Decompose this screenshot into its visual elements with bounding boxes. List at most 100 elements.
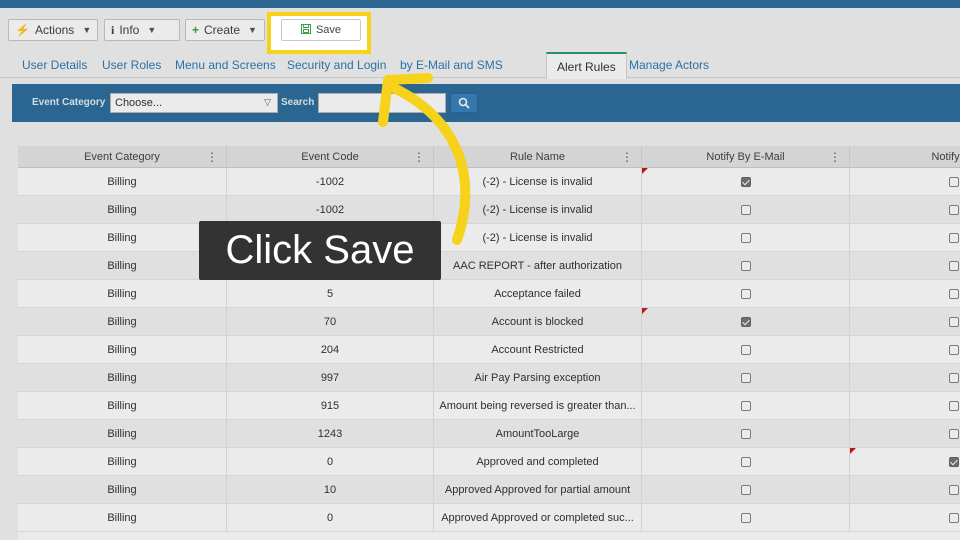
- column-header-notify-email[interactable]: Notify By E-Mail ⋮: [642, 146, 850, 168]
- checkbox[interactable]: [740, 373, 751, 384]
- column-header-notify-by[interactable]: Notify By: [850, 146, 960, 168]
- cell-notify-email: [642, 196, 850, 224]
- column-header-event-category[interactable]: Event Category ⋮: [18, 146, 227, 168]
- tab-menu-and-screens[interactable]: Menu and Screens: [175, 52, 276, 78]
- checkbox[interactable]: [948, 401, 959, 412]
- checkbox[interactable]: [948, 205, 959, 216]
- checkbox[interactable]: [740, 289, 751, 300]
- event-category-select[interactable]: Choose... ▽: [110, 93, 278, 113]
- table-row[interactable]: Billing 10 Approved Approved for partial a…: [18, 476, 960, 504]
- create-label: Create: [204, 23, 241, 37]
- cell-rule-name-text: Account is blocked: [491, 316, 584, 328]
- cell-notify-email: [642, 224, 850, 252]
- cell-event-category: Billing: [18, 476, 227, 504]
- table-row[interactable]: Billing 70 Account is blocked: [18, 308, 960, 336]
- checkbox[interactable]: [948, 429, 959, 440]
- grid-header: Event Category ⋮ Event Code ⋮ Rule Name …: [18, 146, 960, 168]
- table-row[interactable]: Billing 0 Approved and completed: [18, 448, 960, 476]
- cell-notify-by: [850, 504, 960, 532]
- table-row[interactable]: Billing 204 Account Restricted: [18, 336, 960, 364]
- column-menu-icon[interactable]: ⋮: [206, 146, 218, 168]
- column-header-event-code[interactable]: Event Code ⋮: [227, 146, 434, 168]
- cell-event-category: Billing: [18, 252, 227, 280]
- info-button[interactable]: i Info ▼: [104, 19, 180, 41]
- table-row[interactable]: Billing -1002 (-2) - License is invalid: [18, 168, 960, 196]
- table-row[interactable]: Billing (-2) - License is invalid: [18, 224, 960, 252]
- table-row[interactable]: Billing 915 Amount being reversed is great…: [18, 392, 960, 420]
- save-icon: [300, 23, 311, 37]
- checkbox[interactable]: [740, 485, 751, 496]
- cell-event-category-text: Billing: [107, 512, 137, 524]
- table-row[interactable]: Billing 997 Air Pay Parsing exception: [18, 364, 960, 392]
- tab-alert-rules[interactable]: Alert Rules: [546, 52, 627, 79]
- actions-button[interactable]: ⚡ Actions ▼: [8, 19, 98, 41]
- cell-event-code-text: 0: [326, 456, 334, 468]
- tab-user-roles[interactable]: User Roles: [102, 52, 161, 78]
- search-input[interactable]: [318, 93, 446, 113]
- cell-notify-by: [850, 224, 960, 252]
- cell-notify-by: [850, 448, 960, 476]
- tab-notify-by-email-sms[interactable]: by E-Mail and SMS: [400, 52, 503, 78]
- table-row[interactable]: Billing 0 Approved Approved or completed s…: [18, 504, 960, 532]
- cell-event-code-text: -1002: [315, 176, 345, 188]
- column-menu-icon[interactable]: ⋮: [413, 146, 425, 168]
- tab-user-details[interactable]: User Details: [22, 52, 87, 78]
- column-menu-icon[interactable]: ⋮: [621, 146, 633, 168]
- checkbox[interactable]: [948, 261, 959, 272]
- checkbox[interactable]: [740, 457, 751, 468]
- cell-rule-name: Account is blocked: [434, 308, 642, 336]
- checkbox[interactable]: [740, 205, 751, 216]
- checkbox[interactable]: [740, 429, 751, 440]
- table-row[interactable]: Billing AAC REPORT - after authorization: [18, 252, 960, 280]
- cell-event-category-text: Billing: [107, 456, 137, 468]
- cell-notify-by: [850, 196, 960, 224]
- cell-notify-by: [850, 336, 960, 364]
- checkbox[interactable]: [948, 345, 959, 356]
- cell-event-category-text: Billing: [107, 232, 137, 244]
- checkbox[interactable]: [948, 233, 959, 244]
- checkbox[interactable]: [740, 233, 751, 244]
- save-button[interactable]: Save: [281, 19, 361, 41]
- cell-event-code: 204: [227, 336, 434, 364]
- table-row[interactable]: Billing 5 Acceptance failed: [18, 280, 960, 308]
- event-category-value: Choose...: [115, 97, 163, 109]
- cell-rule-name: (-2) - License is invalid: [434, 168, 642, 196]
- checkbox[interactable]: [740, 401, 751, 412]
- checkbox[interactable]: [948, 177, 959, 188]
- checkbox[interactable]: [740, 177, 751, 188]
- checkbox[interactable]: [948, 485, 959, 496]
- checkbox[interactable]: [740, 261, 751, 272]
- cell-event-code: 5: [227, 280, 434, 308]
- checkbox[interactable]: [948, 513, 959, 524]
- checkbox[interactable]: [740, 345, 751, 356]
- cell-rule-name-text: (-2) - License is invalid: [482, 176, 593, 188]
- checkbox[interactable]: [948, 289, 959, 300]
- cell-notify-by: [850, 364, 960, 392]
- tab-manage-actors[interactable]: Manage Actors: [629, 52, 709, 78]
- table-row[interactable]: Billing 1243 AmountTooLarge: [18, 420, 960, 448]
- create-button[interactable]: + Create ▼: [185, 19, 265, 41]
- filter-bar: Event Category Choose... ▽ Search: [12, 84, 960, 122]
- table-row[interactable]: Billing -1002 (-2) - License is invalid: [18, 196, 960, 224]
- cell-event-code-text: 997: [320, 372, 340, 384]
- cell-event-code: -1002: [227, 168, 434, 196]
- column-header-rule-name[interactable]: Rule Name ⋮: [434, 146, 642, 168]
- column-menu-icon[interactable]: ⋮: [829, 146, 841, 168]
- search-button[interactable]: [450, 93, 478, 113]
- checkbox[interactable]: [740, 317, 751, 328]
- cell-notify-by: [850, 420, 960, 448]
- info-label: Info: [119, 23, 140, 37]
- cell-event-code-text: -1002: [315, 204, 345, 216]
- checkbox[interactable]: [948, 457, 959, 468]
- cell-rule-name-text: Acceptance failed: [494, 288, 581, 300]
- checkbox[interactable]: [948, 373, 959, 384]
- checkbox[interactable]: [740, 513, 751, 524]
- tab-security-and-login[interactable]: Security and Login: [287, 52, 386, 78]
- checkbox[interactable]: [948, 317, 959, 328]
- cell-rule-name: AmountTooLarge: [434, 420, 642, 448]
- cell-rule-name-text: (-2) - License is invalid: [482, 204, 593, 216]
- cell-event-category-text: Billing: [107, 344, 137, 356]
- plus-icon: +: [192, 23, 200, 37]
- cell-event-category-text: Billing: [107, 316, 137, 328]
- cell-notify-email: [642, 420, 850, 448]
